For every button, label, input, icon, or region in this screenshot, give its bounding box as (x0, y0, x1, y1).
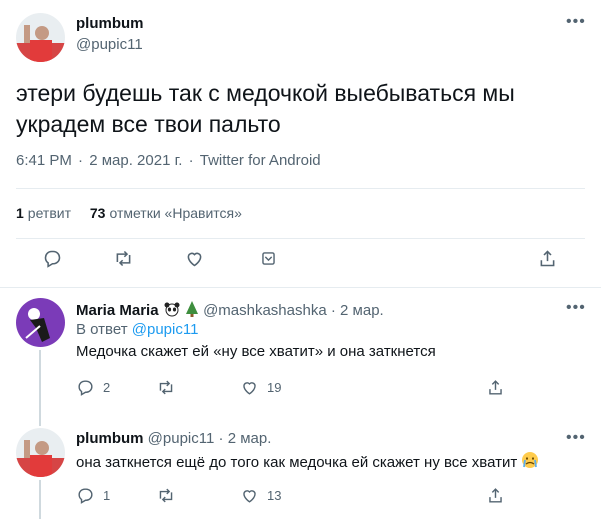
author-handle[interactable]: @mashkashashka (203, 302, 327, 319)
likes-stat[interactable]: 73 отметки «Нравится» (90, 205, 242, 221)
share-button[interactable] (486, 378, 505, 397)
tree-emoji-icon (185, 300, 199, 322)
likes-label: отметки «Нравится» (109, 205, 242, 221)
meta-separator: · (330, 301, 336, 319)
like-button[interactable]: 13 (240, 486, 281, 505)
reply-button[interactable]: 2 (76, 378, 110, 397)
retweet-button[interactable] (156, 378, 184, 397)
reply-count: 1 (103, 488, 111, 503)
reply-button[interactable]: 1 (76, 486, 110, 505)
tweet-text-row: она заткнется ещё до того как медочка ей… (76, 451, 539, 475)
share-icon (489, 380, 502, 395)
divider (16, 238, 585, 239)
heart-icon (243, 490, 256, 503)
like-button[interactable] (184, 248, 205, 269)
main-tweet: plumbum @pupic11 ••• этери будешь так с … (0, 0, 601, 288)
tweet-date[interactable]: 2 мар. 2021 г. (89, 152, 182, 169)
like-count: 19 (267, 380, 282, 395)
reply-tweet[interactable]: Maria Maria @mashkashashka · 2 мар. ••• … (0, 288, 601, 414)
reply-action-bar: 1 13 (0, 486, 601, 516)
reply-button[interactable] (42, 248, 63, 269)
avatar[interactable] (16, 298, 65, 347)
retweets-count: 1 (16, 205, 24, 221)
share-icon (489, 488, 502, 503)
retweets-stat[interactable]: 1 ретвит (16, 205, 71, 221)
thread-line (39, 414, 41, 426)
share-button[interactable] (486, 486, 505, 505)
reply-to-line: В ответ @pupic11 (76, 321, 198, 338)
retweet-icon (159, 380, 173, 395)
reply-action-bar: 2 19 (0, 378, 601, 408)
share-icon (540, 250, 555, 267)
author-handle[interactable]: @pupic11 (76, 36, 143, 53)
retweet-button[interactable] (156, 486, 184, 505)
author-name[interactable]: plumbum (76, 15, 144, 32)
author-handle[interactable]: @pupic11 (148, 430, 215, 447)
reply-tweet[interactable]: plumbum @pupic11 · 2 мар. ••• она заткне… (0, 414, 601, 519)
tweet-date[interactable]: 2 мар. (340, 302, 384, 319)
retweet-icon (116, 250, 131, 267)
tweet-time[interactable]: 6:41 PM (16, 152, 72, 169)
tweet-source[interactable]: Twitter for Android (200, 152, 321, 169)
heart-icon (243, 382, 256, 395)
tweet-date[interactable]: 2 мар. (228, 430, 272, 447)
retweet-button[interactable] (112, 248, 135, 269)
more-icon[interactable]: ••• (566, 14, 586, 30)
tweet-text: Медочка скажет ей «ну все хватит» и она … (76, 343, 436, 360)
tweet-text: она заткнется ещё до того как медочка ей… (76, 453, 518, 471)
like-button[interactable]: 19 (240, 378, 281, 397)
reply-header: Maria Maria @mashkashashka · 2 мар. (76, 300, 384, 322)
meta-separator: · (188, 152, 194, 169)
tweet-text: этери будешь так с медочкой выебываться … (16, 80, 515, 137)
meta-separator: · (78, 152, 84, 169)
like-count: 13 (267, 488, 282, 503)
main-action-bar (0, 248, 601, 278)
tweet-meta: 6:41 PM · 2 мар. 2021 г. · Twitter for A… (16, 152, 321, 169)
reply-icon (78, 488, 93, 504)
likes-count: 73 (89, 205, 106, 221)
reply-to-label: В ответ (76, 321, 128, 338)
bookmark-icon (262, 252, 275, 265)
reply-header: plumbum @pupic11 · 2 мар. (76, 430, 271, 447)
retweet-icon (159, 488, 173, 503)
heart-icon (187, 252, 202, 267)
reply-icon (78, 380, 93, 396)
crying-face-emoji-icon (521, 451, 539, 475)
reply-icon (44, 250, 61, 268)
reply-count: 2 (103, 380, 111, 395)
reply-to-handle[interactable]: @pupic11 (132, 321, 199, 338)
more-icon[interactable]: ••• (566, 430, 586, 446)
more-icon[interactable]: ••• (566, 300, 586, 316)
share-button[interactable] (537, 248, 558, 269)
panda-emoji-icon (163, 301, 181, 321)
avatar[interactable] (16, 13, 65, 62)
divider (16, 188, 585, 189)
retweets-label: ретвит (27, 205, 71, 221)
tweet-stats: 1 ретвит 73 отметки «Нравится» (16, 205, 257, 221)
author-name[interactable]: plumbum (76, 430, 144, 447)
avatar[interactable] (16, 428, 65, 477)
bookmark-button[interactable] (259, 248, 278, 269)
meta-separator: · (218, 430, 224, 447)
author-name[interactable]: Maria Maria (76, 302, 159, 319)
